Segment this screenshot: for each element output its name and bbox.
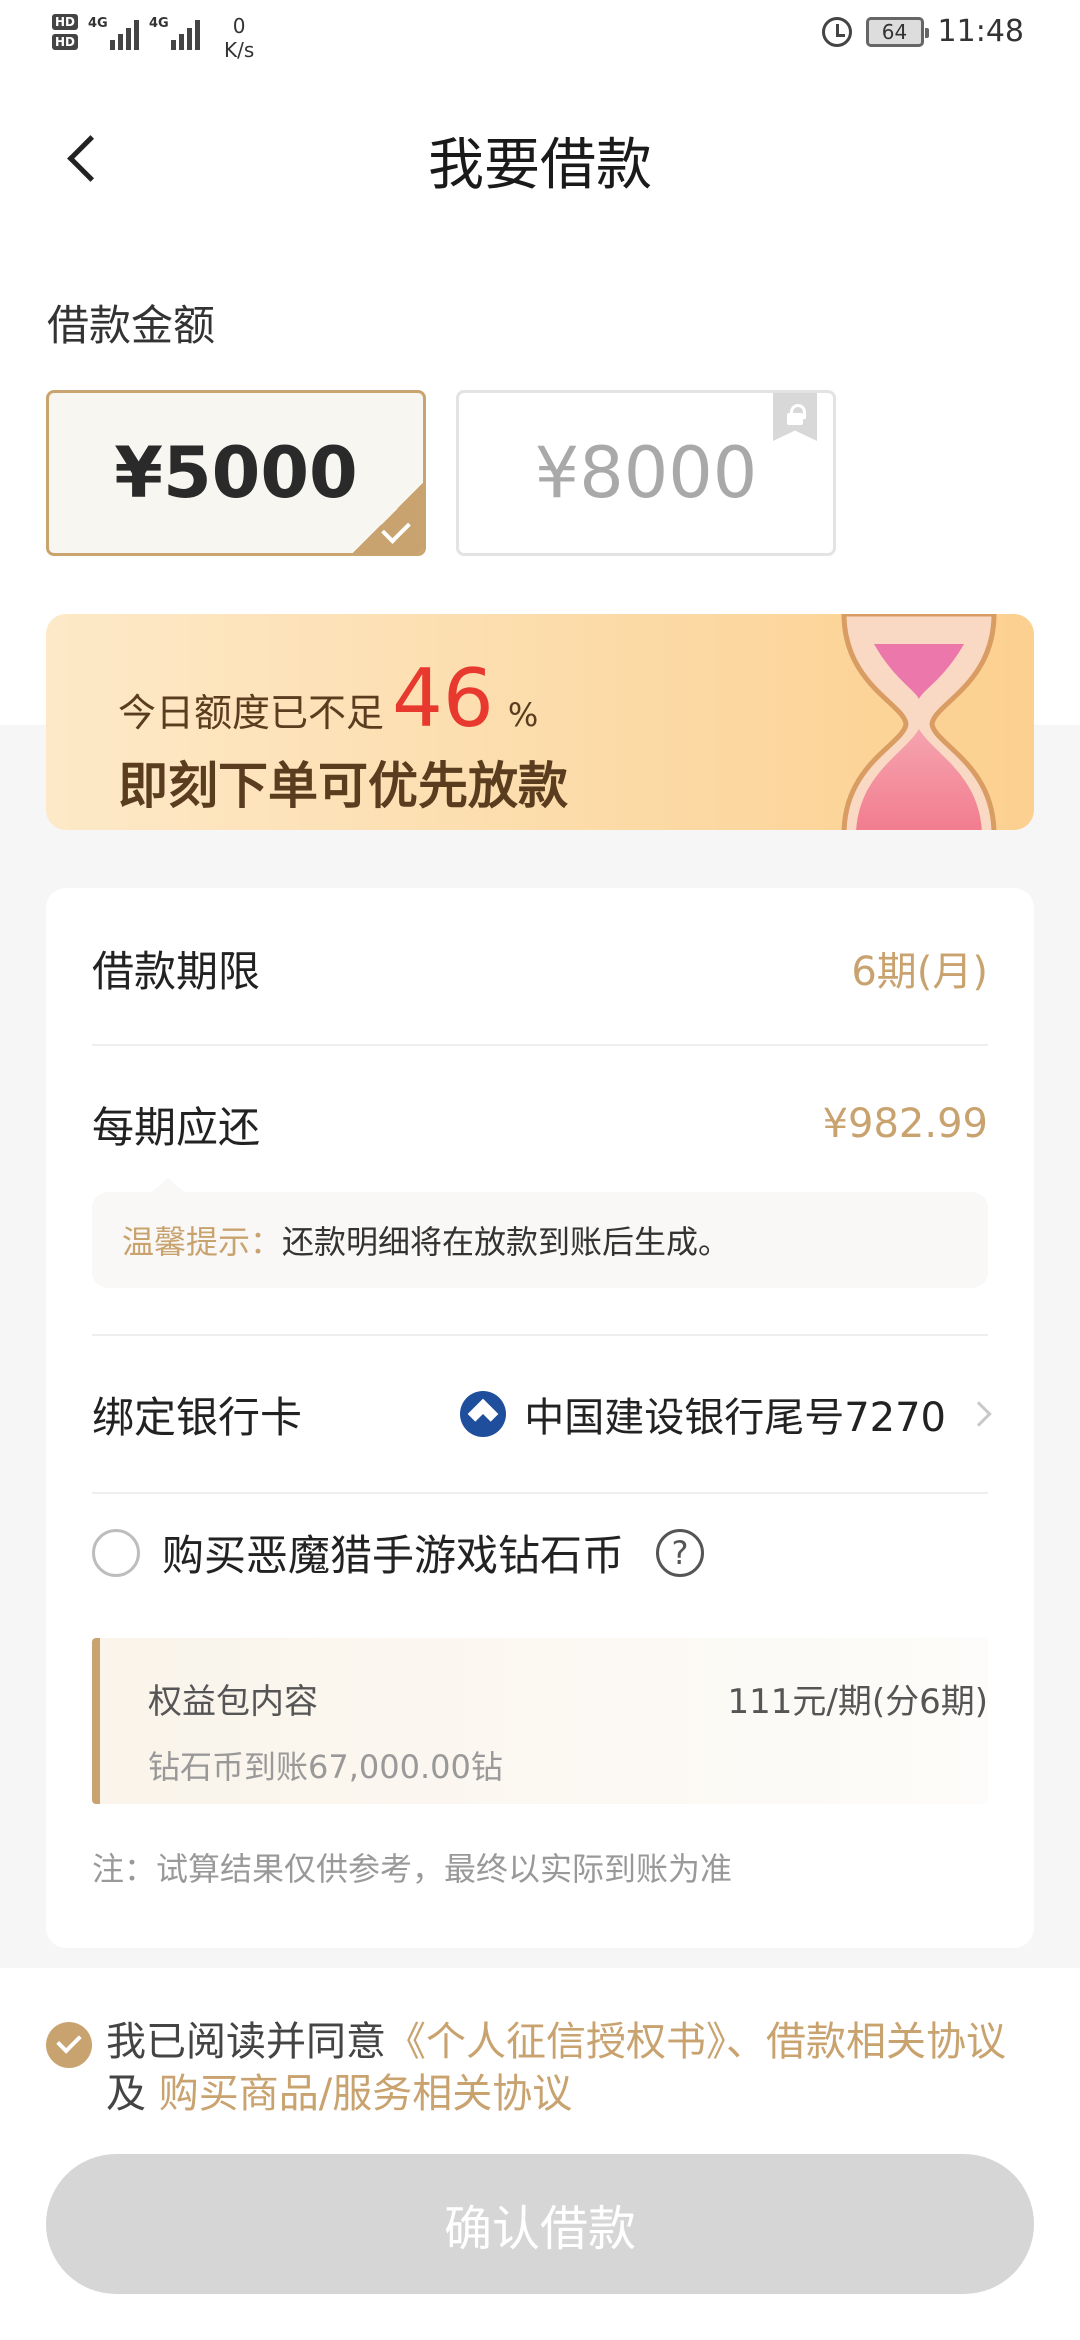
bank-card-selector[interactable]: 中国建设银行尾号7270 — [460, 1385, 992, 1443]
status-bar: HD HD 4G 4G 0 K/s 64 11:48 — [0, 0, 1080, 72]
amount-option-5000-text: ¥5000 — [114, 432, 358, 514]
bank-logo-icon — [460, 1391, 507, 1437]
amount-option-5000[interactable]: ¥5000 — [46, 390, 426, 556]
amount-label: 借款金额 — [47, 301, 216, 350]
signal-icon-2: 4G — [149, 14, 201, 50]
agreement-text: 我已阅读并同意《个人征信授权书》、借款相关协议 及 购买商品/服务相关协议 — [106, 2016, 1036, 2120]
installment-label: 每期应还 — [92, 1102, 261, 1152]
signal-icon-1: 4G — [88, 14, 140, 50]
banner-headline: 即刻下单可优先放款 — [118, 757, 568, 815]
benefit-price: 111元/期(分6期) — [727, 1682, 988, 1722]
status-right: 64 11:48 — [821, 14, 1024, 49]
benefit-package: 权益包内容 111元/期(分6期) 钻石币到账67,000.00钻 — [92, 1638, 988, 1804]
page-title: 我要借款 — [428, 133, 652, 198]
purchase-radio[interactable] — [92, 1528, 140, 1577]
agreement-prefix: 我已阅读并同意 — [106, 2019, 386, 2065]
banner-quota-line: 今日额度已不足 46 % — [118, 652, 539, 745]
hd-badge-1: HD — [52, 14, 79, 30]
term-label: 借款期限 — [92, 946, 261, 996]
promo-banner: 今日额度已不足 46 % 即刻下单可优先放款 — [46, 614, 1034, 830]
confirm-loan-button[interactable]: 确认借款 — [46, 2154, 1034, 2294]
help-icon[interactable]: ? — [656, 1528, 705, 1577]
tip-label: 温馨提示： — [122, 1223, 283, 1261]
network-type-1: 4G — [88, 16, 108, 31]
installment-row: 每期应还 ¥982.99 — [92, 1074, 988, 1174]
tip-text: 还款明细将在放款到账后生成。 — [282, 1223, 731, 1261]
network-type-2: 4G — [149, 16, 169, 31]
chevron-right-icon — [966, 1401, 992, 1427]
banner-unit: % — [507, 696, 539, 734]
agreement-link-credit[interactable]: 《个人征信授权书》、借款相关协议 — [386, 2019, 1006, 2065]
benefit-title: 权益包内容 — [148, 1682, 318, 1722]
term-value: 6期(月) — [851, 949, 988, 995]
speed-unit: K/s — [224, 38, 255, 62]
banner-percent: 46 — [392, 652, 494, 745]
hd-badge-2: HD — [52, 34, 79, 50]
installment-value: ¥982.99 — [822, 1101, 988, 1147]
repayment-tip: 温馨提示： 还款明细将在放款到账后生成。 — [92, 1178, 988, 1288]
network-speed: 0 K/s — [224, 14, 254, 62]
bottom-action-area: 我已阅读并同意《个人征信授权书》、借款相关协议 及 购买商品/服务相关协议 确认… — [0, 1968, 1080, 2340]
clock: 11:48 — [937, 14, 1024, 49]
agreement-middle: 及 — [106, 2071, 146, 2117]
bank-card-label: 绑定银行卡 — [92, 1392, 303, 1442]
selected-check-icon — [353, 483, 423, 553]
divider — [92, 1492, 988, 1494]
banner-prefix: 今日额度已不足 — [118, 691, 385, 735]
term-row[interactable]: 借款期限 6期(月) — [92, 918, 988, 1018]
amount-option-8000-text: ¥8000 — [534, 432, 758, 514]
bank-card-row[interactable]: 绑定银行卡 中国建设银行尾号7270 — [92, 1364, 992, 1464]
bank-card-value: 中国建设银行尾号7270 — [524, 1395, 946, 1441]
estimate-note: 注：试算结果仅供参考，最终以实际到账为准 — [92, 1850, 733, 1888]
lock-icon — [773, 393, 817, 441]
benefit-subtitle: 钻石币到账67,000.00钻 — [148, 1748, 503, 1786]
alarm-icon — [821, 16, 852, 47]
agreement-row: 我已阅读并同意《个人征信授权书》、借款相关协议 及 购买商品/服务相关协议 — [46, 2016, 1036, 2120]
status-left: HD HD 4G 4G 0 K/s — [52, 14, 254, 62]
agreement-link-purchase[interactable]: 购买商品/服务相关协议 — [159, 2071, 572, 2117]
purchase-option[interactable]: 购买恶魔猎手游戏钻石币 ? — [92, 1522, 705, 1583]
battery-icon: 64 — [865, 16, 929, 47]
hourglass-icon — [841, 614, 997, 830]
divider — [92, 1044, 988, 1046]
loan-details-card: 借款期限 6期(月) 每期应还 ¥982.99 温馨提示： 还款明细将在放款到账… — [46, 888, 1034, 1948]
divider — [92, 1334, 988, 1336]
purchase-label: 购买恶魔猎手游戏钻石币 — [162, 1531, 625, 1580]
hd-indicator: HD HD — [52, 14, 79, 50]
agreement-check-icon[interactable] — [46, 2022, 92, 2068]
amount-option-8000[interactable]: ¥8000 — [456, 390, 836, 556]
speed-value: 0 — [232, 14, 246, 38]
